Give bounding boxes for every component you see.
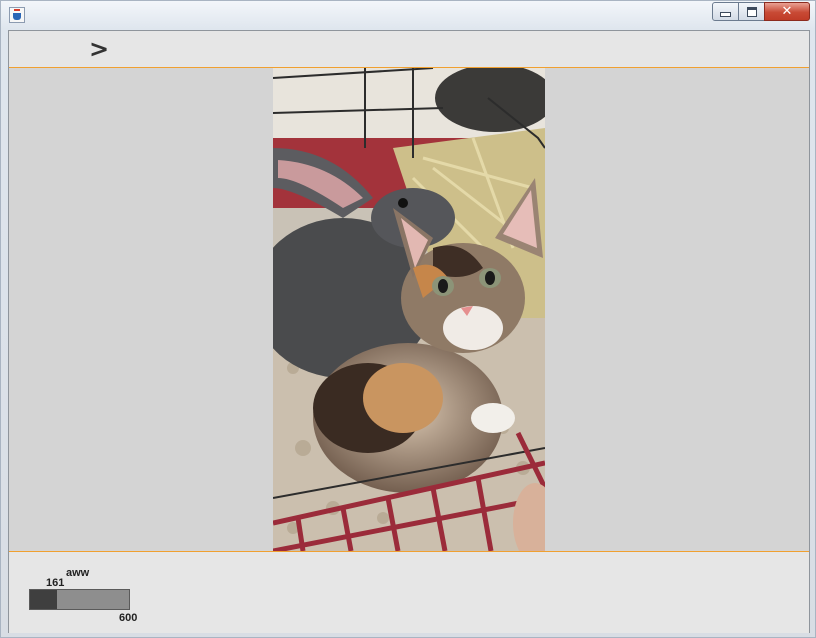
client-area: > aww 161 600 [8,30,810,633]
maximize-icon [746,6,757,17]
kitten-rabbit-photo [273,68,545,551]
current-index-label: 161 [46,577,65,589]
toolbar: > [9,31,809,68]
minimize-button[interactable] [712,2,739,21]
progress-fill [30,590,57,609]
status-panel: aww 161 600 [9,551,809,633]
progress-bar [29,589,130,610]
close-button[interactable]: ✕ [764,2,810,21]
minimize-icon [720,12,731,17]
maximize-button[interactable] [738,2,765,21]
total-count-label: 600 [119,612,138,624]
image-viewer [9,68,809,551]
subreddit-label: aww [66,567,90,579]
title-bar[interactable]: ✕ [1,1,816,29]
window-controls: ✕ [712,2,810,22]
close-icon: ✕ [781,4,793,19]
java-cup-icon [9,7,25,23]
app-window: ✕ > aww 161 600 [0,0,816,638]
next-button[interactable]: > [87,35,111,63]
post-image [273,68,545,551]
